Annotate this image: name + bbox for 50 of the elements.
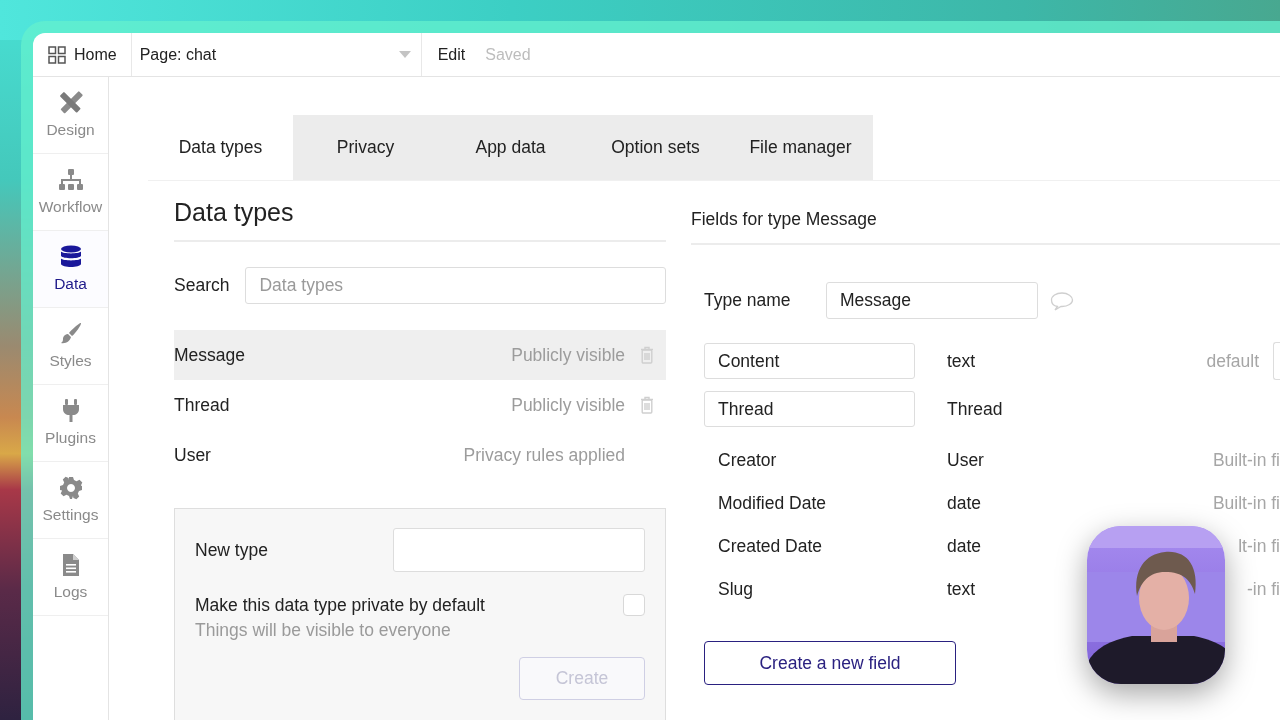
field-type: text xyxy=(947,350,977,372)
field-label: Search xyxy=(174,275,230,296)
page-dropdown[interactable]: Page: chat xyxy=(131,33,422,76)
field-type: Thread xyxy=(947,398,1004,420)
workflow-icon xyxy=(57,168,84,192)
document-icon xyxy=(61,553,80,577)
field-note: -in fi xyxy=(1246,579,1280,600)
default-value-field[interactable] xyxy=(1273,342,1280,380)
tab[interactable]: App data xyxy=(438,115,583,180)
tab[interactable]: Option sets xyxy=(583,115,728,180)
trash-icon[interactable] xyxy=(640,396,654,414)
tab[interactable]: File manager xyxy=(728,115,873,180)
field-note: Built-in fi xyxy=(1212,493,1280,514)
field-type: date xyxy=(947,493,983,514)
grid-icon xyxy=(48,45,66,64)
new-type-field[interactable] xyxy=(393,528,645,572)
field-note: lt-in fi xyxy=(1238,536,1280,557)
save-status: Saved xyxy=(484,44,531,65)
field-note: default xyxy=(1206,350,1259,372)
panel-title: Fields for type Message xyxy=(691,181,1280,245)
field-type: text xyxy=(947,579,977,600)
type-name-field[interactable]: Message xyxy=(826,282,1038,319)
panel-title: Data types xyxy=(174,181,666,242)
field-name: Created Date xyxy=(717,535,824,558)
field-name: Modified Date xyxy=(717,492,827,515)
field-type: date xyxy=(947,536,983,557)
field-label: Type name xyxy=(704,290,792,311)
field-label: New type xyxy=(195,539,268,561)
data-type-row[interactable]: Message Publicly visible xyxy=(174,330,666,380)
plug-icon xyxy=(61,399,80,423)
caret-icon xyxy=(398,51,411,58)
settings-icon xyxy=(58,476,83,500)
field-name: Creator xyxy=(717,449,778,472)
checkbox[interactable] xyxy=(623,594,645,616)
search-field[interactable]: Data types xyxy=(245,267,666,304)
edit-menu[interactable]: Edit xyxy=(421,33,466,76)
home-button[interactable]: Home xyxy=(33,33,132,76)
trash-icon[interactable] xyxy=(640,346,654,364)
create-field-button[interactable]: Create a new field xyxy=(704,641,956,685)
field-name-input[interactable]: Content xyxy=(704,343,915,379)
brush-icon xyxy=(58,322,83,346)
hint-text: Things will be visible to everyone xyxy=(195,620,452,641)
field-name: Slug xyxy=(717,578,755,601)
field-name-input[interactable]: Thread xyxy=(704,391,915,427)
comment-icon[interactable] xyxy=(1050,290,1074,311)
field-type: User xyxy=(947,450,985,471)
checkbox-label: Make this data type private by default xyxy=(195,594,485,616)
tab[interactable]: Privacy xyxy=(293,115,438,180)
database-icon xyxy=(59,245,82,269)
field-note: Built-in fi xyxy=(1212,450,1280,471)
